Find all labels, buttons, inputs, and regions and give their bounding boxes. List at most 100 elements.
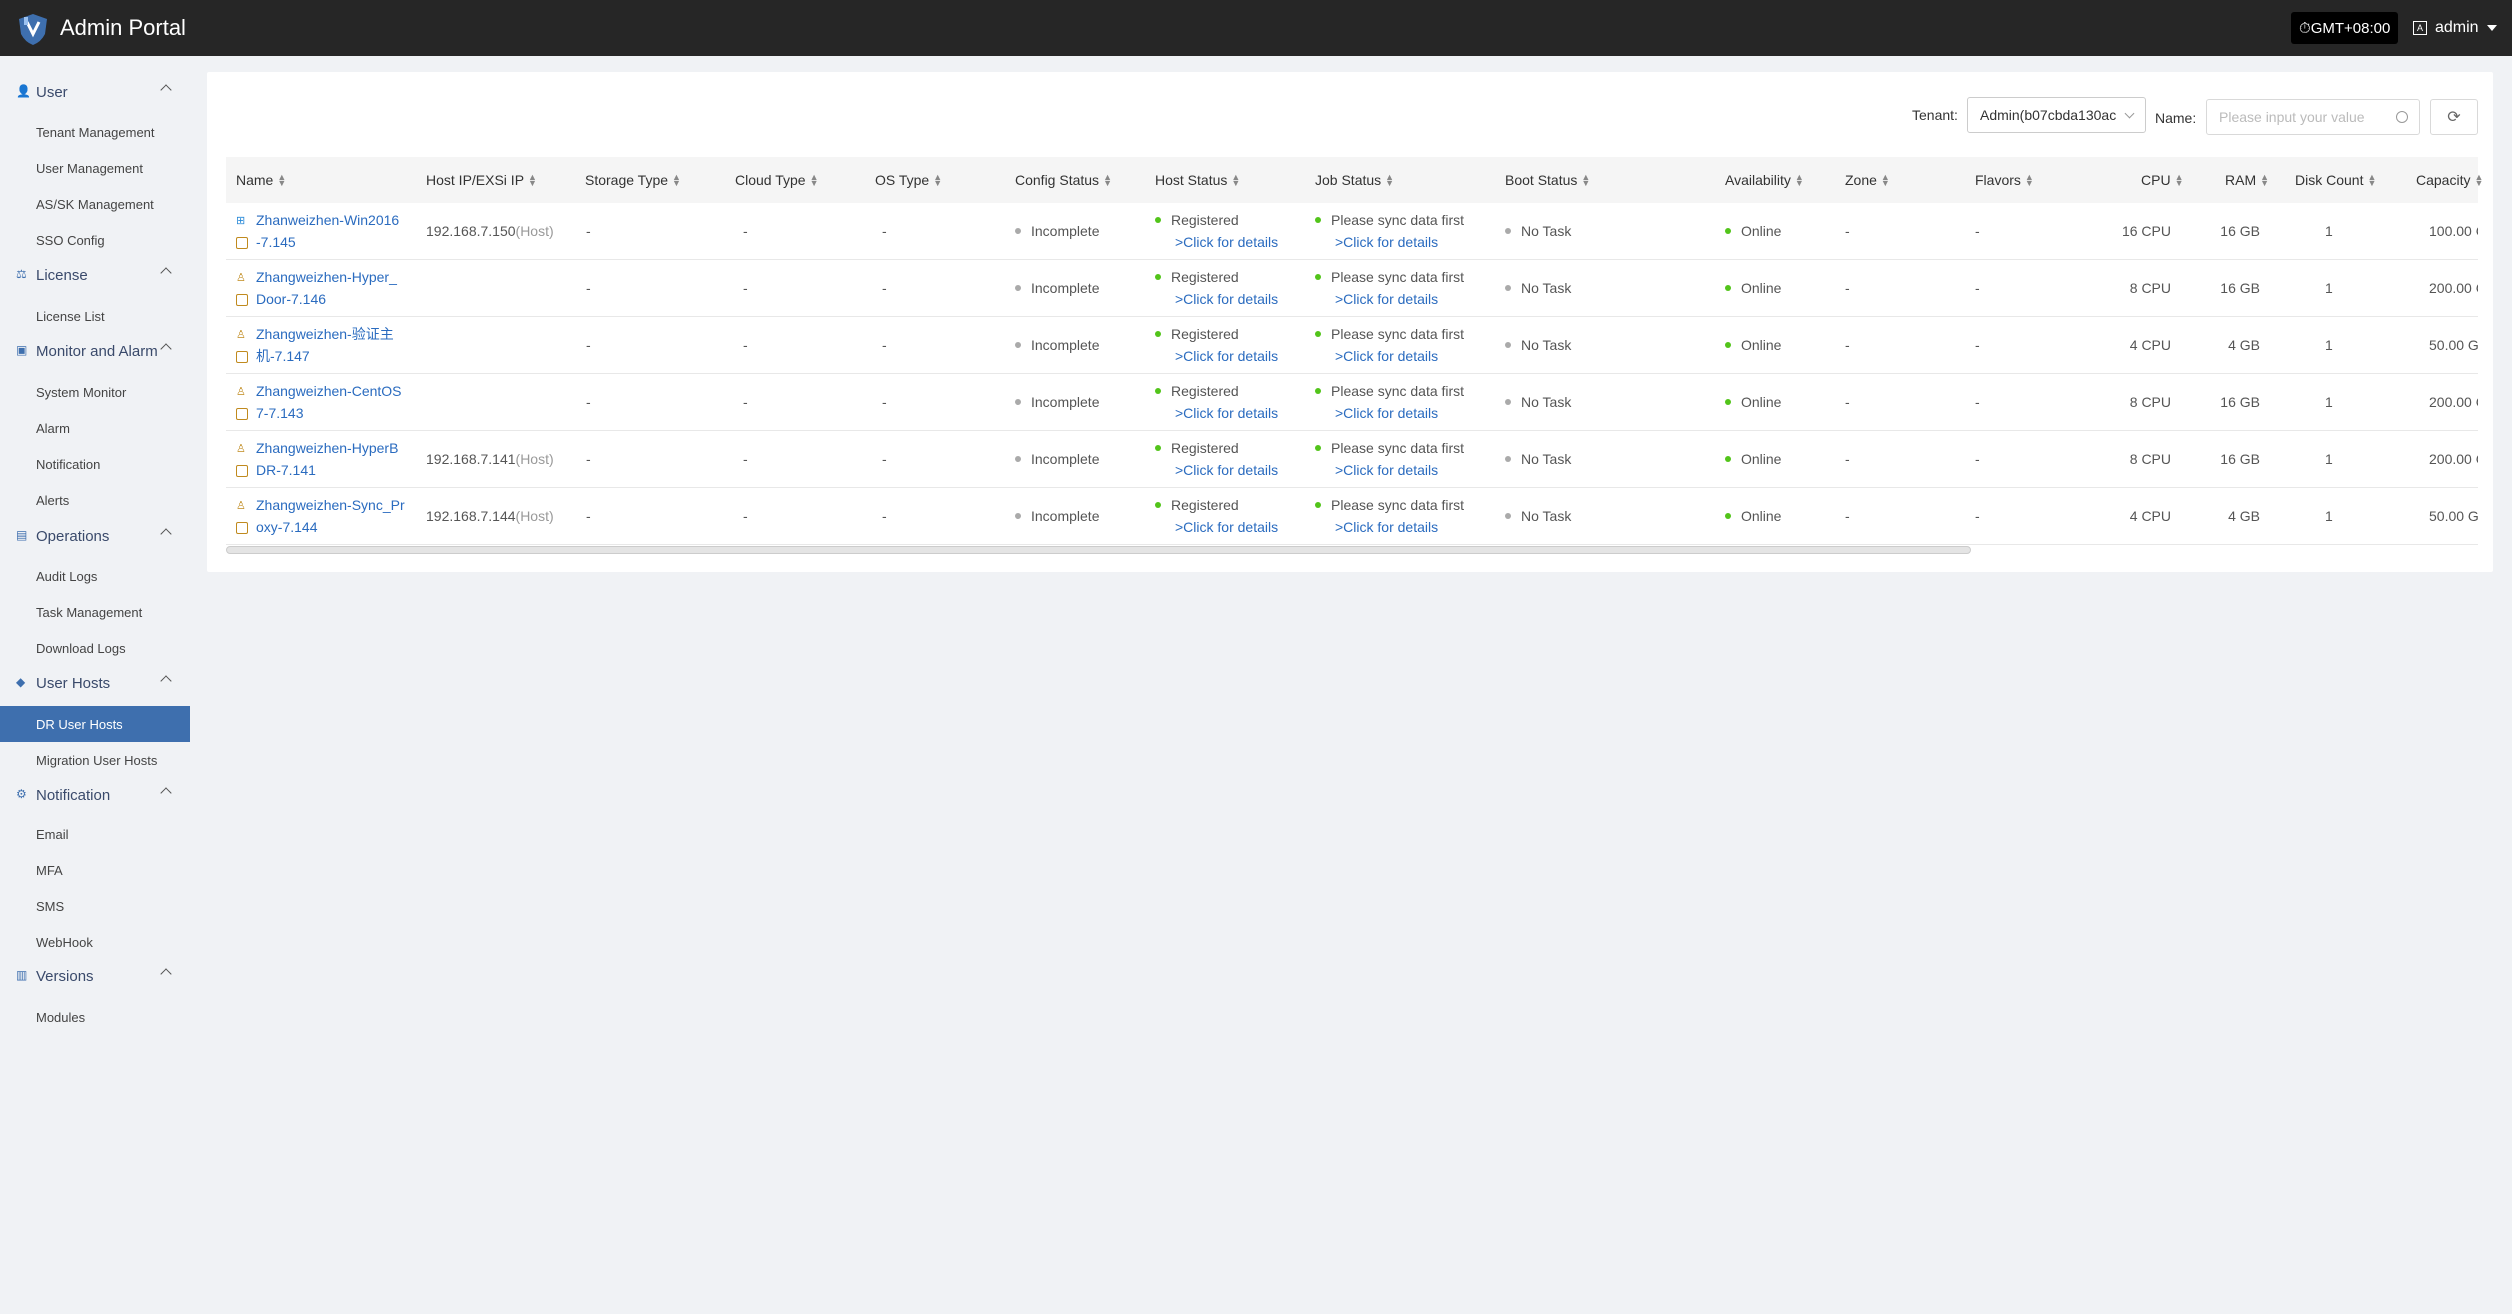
sort-icon[interactable]: ▲ ▼ [2367, 173, 2376, 188]
column-header-capacity[interactable]: Capacity ▲ ▼ [2416, 157, 2483, 203]
column-header-boot-status[interactable]: Boot Status ▲ ▼ [1505, 157, 1590, 203]
sort-icon[interactable]: ▲ ▼ [672, 173, 681, 188]
sort-icon[interactable]: ▲ ▼ [528, 173, 537, 188]
table-row[interactable]: ♙ Zhangweizhen-HyperB DR-7.141 192.168.7.14… [226, 431, 2478, 488]
sidebar-group-monitor-and-alarm[interactable]: ▣ Monitor and Alarm [0, 333, 190, 369]
sidebar-item-webhook[interactable]: WebHook [0, 924, 190, 960]
sort-icon[interactable]: ▲ ▼ [1581, 173, 1590, 188]
table-row[interactable]: ♙ Zhangweizhen-CentOS 7-7.143 - - - Incomplete… [226, 374, 2478, 431]
vm-copy-icon[interactable] [236, 408, 248, 420]
host-status-details-link[interactable]: >Click for details [1175, 460, 1278, 481]
sidebar-item-task-management[interactable]: Task Management [0, 594, 190, 630]
host-name-line1[interactable]: Zhangweizhen-Hyper_ [256, 267, 397, 288]
sidebar-item-migration-user-hosts[interactable]: Migration User Hosts [0, 742, 190, 778]
column-header-zone[interactable]: Zone ▲ ▼ [1845, 157, 1890, 203]
column-header-host-status[interactable]: Host Status ▲ ▼ [1155, 157, 1240, 203]
host-name-line1[interactable]: Zhangweizhen-HyperB [256, 438, 398, 459]
sidebar-item-download-logs[interactable]: Download Logs [0, 630, 190, 666]
sidebar-item-user-management[interactable]: User Management [0, 150, 190, 186]
column-header-flavors[interactable]: Flavors ▲ ▼ [1975, 157, 2034, 203]
host-status-details-link[interactable]: >Click for details [1175, 346, 1278, 367]
refresh-button[interactable]: ⟳ [2430, 99, 2478, 135]
sidebar-group-versions[interactable]: ▥ Versions [0, 958, 190, 994]
chevron-up-icon[interactable] [160, 528, 172, 540]
job-status-details-link[interactable]: >Click for details [1335, 289, 1438, 310]
search-icon[interactable] [2396, 111, 2408, 123]
host-name-line2[interactable]: Door-7.146 [256, 289, 326, 310]
chevron-up-icon[interactable] [160, 84, 172, 96]
job-status-details-link[interactable]: >Click for details [1335, 346, 1438, 367]
host-name-line2[interactable]: 机-7.147 [256, 346, 310, 367]
tenant-select[interactable]: Admin(b07cbda130ac [1967, 97, 2146, 133]
job-status-details-link[interactable]: >Click for details [1335, 232, 1438, 253]
chevron-up-icon[interactable] [160, 787, 172, 799]
sort-icon[interactable]: ▲ ▼ [1103, 173, 1112, 188]
job-status-details-link[interactable]: >Click for details [1335, 460, 1438, 481]
job-status-details-link[interactable]: >Click for details [1335, 403, 1438, 424]
host-name-line2[interactable]: oxy-7.144 [256, 517, 317, 538]
column-header-cpu[interactable]: CPU ▲ ▼ [2141, 157, 2183, 203]
column-header-cloud-type[interactable]: Cloud Type ▲ ▼ [735, 157, 819, 203]
sort-icon[interactable]: ▲ ▼ [1231, 173, 1240, 188]
table-row[interactable]: ⊞ Zhanweizhen-Win2016 -7.145 192.168.7.150(… [226, 203, 2478, 260]
user-menu[interactable]: A admin [2413, 14, 2497, 42]
sidebar-item-notification[interactable]: Notification [0, 446, 190, 482]
table-row[interactable]: ♙ Zhangweizhen-Hyper_ Door-7.146 - - - Incompl… [226, 260, 2478, 317]
sidebar-item-audit-logs[interactable]: Audit Logs [0, 558, 190, 594]
chevron-up-icon[interactable] [160, 343, 172, 355]
shield-logo-icon[interactable] [16, 12, 50, 46]
host-name-line1[interactable]: Zhangweizhen-验证主 [256, 324, 394, 345]
vm-copy-icon[interactable] [236, 351, 248, 363]
vm-copy-icon[interactable] [236, 465, 248, 477]
chevron-up-icon[interactable] [160, 675, 172, 687]
host-name-line1[interactable]: Zhangweizhen-Sync_Pr [256, 495, 405, 516]
vm-copy-icon[interactable] [236, 294, 248, 306]
sidebar-item-as-sk-management[interactable]: AS/SK Management [0, 186, 190, 222]
column-header-ram[interactable]: RAM ▲ ▼ [2225, 157, 2269, 203]
column-header-os-type[interactable]: OS Type ▲ ▼ [875, 157, 942, 203]
host-name-line2[interactable]: DR-7.141 [256, 460, 316, 481]
sidebar-item-modules[interactable]: Modules [0, 999, 190, 1035]
sort-icon[interactable]: ▲ ▼ [1881, 173, 1890, 188]
sort-icon[interactable]: ▲ ▼ [2474, 173, 2483, 188]
sort-icon[interactable]: ▲ ▼ [2260, 173, 2269, 188]
host-status-details-link[interactable]: >Click for details [1175, 289, 1278, 310]
sort-icon[interactable]: ▲ ▼ [2025, 173, 2034, 188]
sidebar-group-notification[interactable]: ⚙ Notification [0, 777, 190, 813]
sort-icon[interactable]: ▲ ▼ [1385, 173, 1394, 188]
sidebar-group-operations[interactable]: ▤ Operations [0, 518, 190, 554]
horizontal-scrollbar[interactable] [226, 546, 1971, 554]
sort-icon[interactable]: ▲ ▼ [2175, 173, 2184, 188]
sort-icon[interactable]: ▲ ▼ [810, 173, 819, 188]
column-header-availability[interactable]: Availability ▲ ▼ [1725, 157, 1804, 203]
sort-icon[interactable]: ▲ ▼ [933, 173, 942, 188]
host-name-line2[interactable]: -7.145 [256, 232, 296, 253]
column-header-disk-count[interactable]: Disk Count ▲ ▼ [2295, 157, 2376, 203]
sidebar-item-tenant-management[interactable]: Tenant Management [0, 114, 190, 150]
sidebar-item-system-monitor[interactable]: System Monitor [0, 374, 190, 410]
sort-icon[interactable]: ▲ ▼ [277, 173, 286, 188]
timezone-button[interactable]: ⏱ GMT+08:00 [2291, 12, 2399, 44]
host-status-details-link[interactable]: >Click for details [1175, 232, 1278, 253]
sidebar-item-alarm[interactable]: Alarm [0, 410, 190, 446]
chevron-up-icon[interactable] [160, 267, 172, 279]
job-status-details-link[interactable]: >Click for details [1335, 517, 1438, 538]
sidebar-item-dr-user-hosts[interactable]: DR User Hosts [0, 706, 190, 742]
column-header-config-status[interactable]: Config Status ▲ ▼ [1015, 157, 1112, 203]
table-row[interactable]: ♙ Zhangweizhen-Sync_Pr oxy-7.144 192.168.7.… [226, 488, 2478, 545]
table-row[interactable]: ♙ Zhangweizhen-验证主 机-7.147 - - - Incomplete Reg… [226, 317, 2478, 374]
host-name-line1[interactable]: Zhanweizhen-Win2016 [256, 210, 399, 231]
host-status-details-link[interactable]: >Click for details [1175, 517, 1278, 538]
vm-copy-icon[interactable] [236, 522, 248, 534]
column-header-job-status[interactable]: Job Status ▲ ▼ [1315, 157, 1394, 203]
sidebar-item-license-list[interactable]: License List [0, 298, 190, 334]
sidebar-item-email[interactable]: Email [0, 816, 190, 852]
column-header-host-ip-exsi-ip[interactable]: Host IP/EXSi IP ▲ ▼ [426, 157, 537, 203]
column-header-storage-type[interactable]: Storage Type ▲ ▼ [585, 157, 681, 203]
sidebar-item-sso-config[interactable]: SSO Config [0, 222, 190, 258]
sidebar-item-alerts[interactable]: Alerts [0, 482, 190, 518]
sort-icon[interactable]: ▲ ▼ [1795, 173, 1804, 188]
sidebar-group-user[interactable]: 👤 User [0, 74, 190, 110]
name-search-input[interactable] [2206, 99, 2420, 135]
host-name-line1[interactable]: Zhangweizhen-CentOS [256, 381, 402, 402]
